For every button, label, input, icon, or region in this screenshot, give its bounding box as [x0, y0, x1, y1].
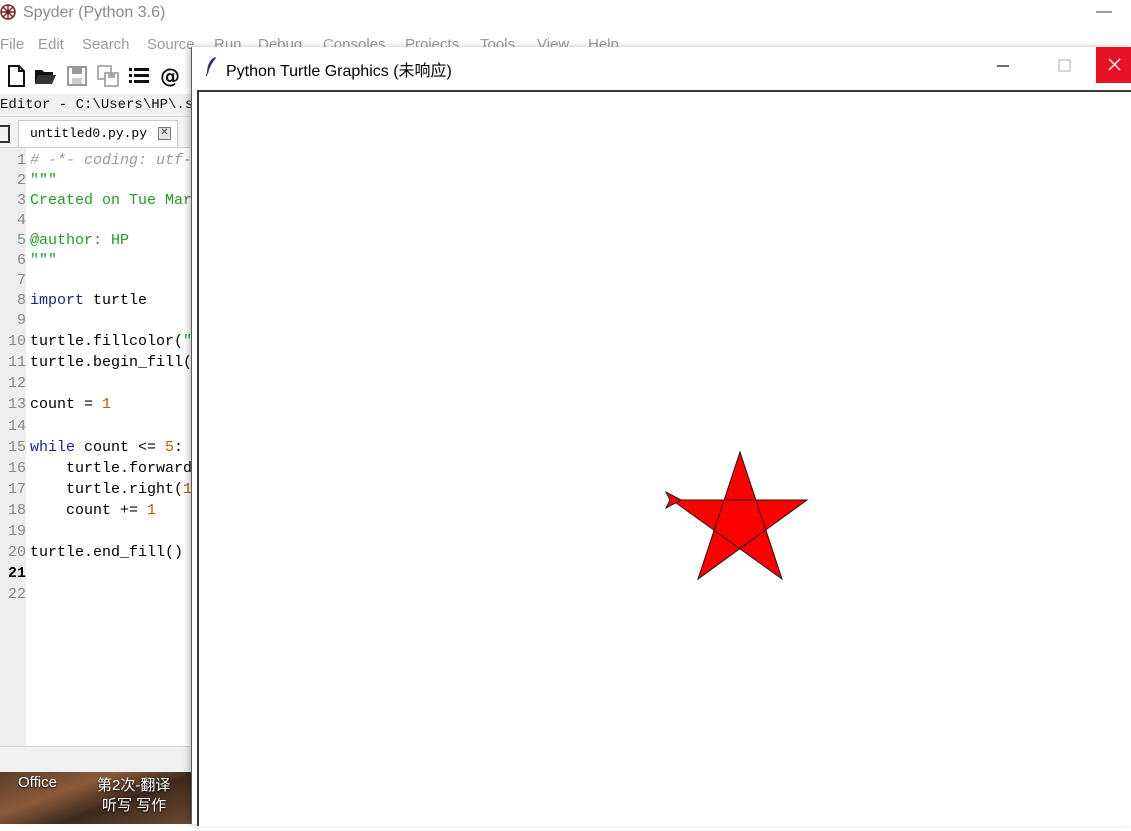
- code-token: count <=: [75, 438, 166, 456]
- code-token: turtle.right(: [30, 480, 184, 498]
- taskbar-item-office[interactable]: Office: [18, 774, 57, 791]
- code-token: """: [30, 172, 58, 189]
- code-token: :: [174, 438, 184, 456]
- turtle-cursor-icon: [664, 490, 683, 510]
- code-line: turtle.end_fill(): [30, 542, 183, 564]
- line-number: 20: [7, 544, 26, 562]
- code-token: turtle: [84, 292, 148, 309]
- red-star-shape: [670, 450, 809, 581]
- open-folder-icon[interactable]: [33, 64, 57, 88]
- spyder-statusbar: [0, 746, 192, 773]
- line-number: 3: [16, 192, 26, 209]
- spyder-toolbar: @: [0, 60, 200, 92]
- line-number: 18: [7, 501, 26, 519]
- tab-close-icon[interactable]: ✕: [158, 127, 171, 140]
- line-number: 15: [7, 438, 26, 456]
- code-line: while count <= 5:: [30, 437, 183, 459]
- spyder-title-bar: Spyder (Python 3.6) —: [0, 0, 1131, 30]
- code-line: # -*- coding: utf-: [30, 150, 192, 172]
- line-number: 2: [16, 172, 26, 189]
- maximize-button[interactable]: [1044, 51, 1084, 81]
- editor-path-label: Editor - C:\Users\HP\.spyder-py3: [0, 94, 192, 117]
- turtle-window-title: Python Turtle Graphics (未响应): [226, 63, 452, 80]
- code-line: turtle.right(1: [30, 479, 192, 501]
- line-number: 4: [16, 212, 26, 229]
- code-token: # -*- coding: utf-: [30, 152, 192, 169]
- turtle-drawing: [664, 450, 809, 581]
- menu-file[interactable]: File: [0, 36, 24, 53]
- at-icon[interactable]: @: [158, 64, 182, 88]
- code-line: """: [30, 250, 57, 272]
- line-number-gutter: 1 2 3 4 5 6 7 8 9 10 11 12 13 14 15 16 17 18 19 20 21 22: [0, 148, 26, 746]
- taskbar-item-translate-sub: 听写 写作: [102, 797, 167, 814]
- new-file-icon[interactable]: [4, 64, 28, 88]
- turtle-title-bar[interactable]: Python Turtle Graphics (未响应): [192, 47, 1131, 85]
- line-number: 10: [7, 333, 26, 351]
- line-number: 21: [7, 565, 26, 583]
- taskbar-item-translate[interactable]: 第2次-翻译: [97, 774, 170, 795]
- svg-text:@: @: [160, 64, 180, 88]
- code-line: """: [30, 170, 57, 192]
- code-token: turtle.end_fill(): [30, 544, 184, 562]
- menu-source[interactable]: Source: [147, 36, 195, 53]
- spyder-title: Spyder (Python 3.6): [23, 4, 166, 21]
- code-line: Created on Tue Mar: [30, 190, 192, 212]
- line-number: 7: [16, 272, 26, 289]
- feather-icon: [205, 57, 216, 76]
- code-token: 1: [102, 396, 112, 414]
- spyder-minimize-button[interactable]: —: [1096, 0, 1112, 26]
- code-token: @author: HP: [30, 232, 130, 249]
- menu-search[interactable]: Search: [82, 36, 130, 53]
- save-icon[interactable]: [65, 64, 89, 88]
- line-number: 13: [7, 396, 26, 414]
- taskbar-strip: Office 第2次-翻译 听写 写作: [0, 772, 192, 824]
- line-number: 14: [7, 417, 26, 435]
- code-token: Created on Tue Mar: [30, 192, 192, 209]
- menu-edit[interactable]: Edit: [38, 36, 64, 53]
- code-token: """: [30, 252, 58, 269]
- code-line: turtle.begin_fill(: [30, 352, 192, 374]
- list-icon[interactable]: [127, 64, 151, 88]
- code-token: count +=: [30, 501, 148, 519]
- tab-browse-icon[interactable]: [0, 125, 10, 143]
- code-token: turtle.begin_fill(: [30, 354, 192, 372]
- code-line: count = 1: [30, 394, 111, 416]
- code-line: turtle.forward: [30, 458, 192, 480]
- line-number: 12: [7, 375, 26, 393]
- line-number: 1: [16, 152, 26, 169]
- editor-tabbar: untitled0.py.py ✕: [0, 117, 192, 148]
- code-line: @author: HP: [30, 230, 129, 252]
- code-token: count =: [30, 396, 103, 414]
- code-line: turtle.fillcolor(": [30, 331, 192, 353]
- save-all-icon[interactable]: [96, 64, 120, 88]
- code-token: import: [30, 292, 85, 309]
- line-number: 5: [16, 232, 26, 249]
- code-line: import turtle: [30, 290, 147, 312]
- line-number: 11: [7, 354, 26, 372]
- code-token: turtle.fillcolor(: [30, 333, 184, 351]
- line-number: 17: [7, 480, 26, 498]
- line-number: 16: [7, 459, 26, 477]
- line-number: 6: [16, 252, 26, 269]
- line-number: 8: [16, 292, 26, 309]
- code-token: 5: [165, 438, 175, 456]
- line-number: 19: [7, 523, 26, 540]
- code-token: 1: [147, 501, 157, 519]
- tab-label: untitled0.py.py: [30, 126, 148, 141]
- code-line: count += 1: [30, 500, 156, 522]
- turtle-graphics-window: Python Turtle Graphics (未响应): [191, 47, 1131, 826]
- turtle-canvas: [197, 90, 1131, 826]
- close-button[interactable]: [1096, 47, 1131, 83]
- line-number: 9: [16, 312, 26, 329]
- tab-untitled0[interactable]: untitled0.py.py ✕: [18, 120, 178, 147]
- line-number: 22: [7, 586, 26, 604]
- minimize-button[interactable]: [988, 51, 1028, 81]
- code-token: turtle.forward: [30, 459, 192, 477]
- spyder-logo-icon: [0, 4, 16, 20]
- code-token: while: [30, 438, 76, 456]
- code-editor[interactable]: # -*- coding: utf- """ Created on Tue Mar @…: [26, 148, 192, 746]
